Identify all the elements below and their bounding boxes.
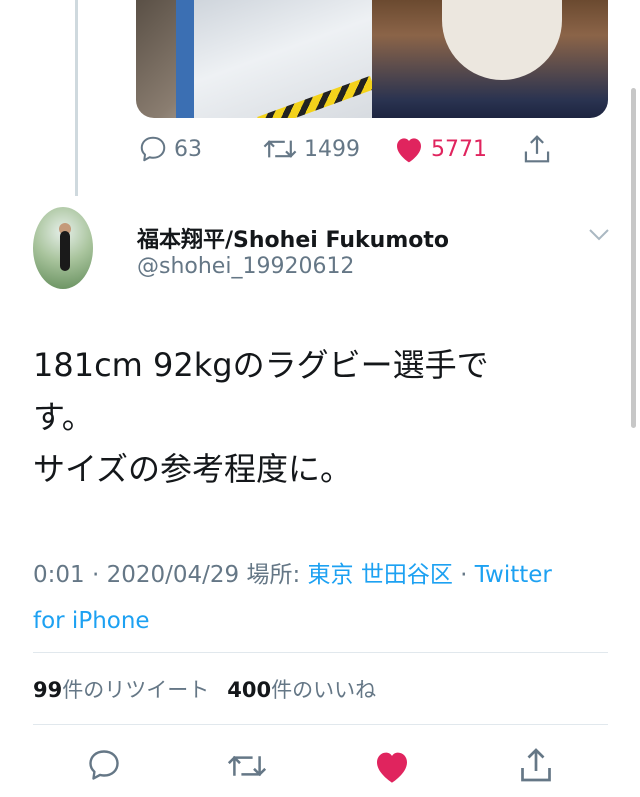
source-separator: · [452,562,475,588]
tweet-timestamp[interactable]: 0:01 · 2020/04/29 [33,562,246,588]
reply-icon[interactable] [86,747,122,783]
share-button[interactable] [522,133,552,165]
tweet-text: 181cm 92kgのラグビー選手で す。 サイズの参考程度に。 [33,339,593,495]
retweet-button[interactable]: 1499 [262,134,360,164]
divider [33,724,608,725]
likes-label: 件のいいね [271,678,377,702]
photo-mask-package[interactable] [136,0,375,118]
retweets-label: 件のリツイート [62,678,210,702]
retweet-count: 1499 [304,136,360,162]
chevron-down-icon[interactable] [588,228,610,242]
share-icon[interactable] [518,745,554,785]
reply-icon [140,136,166,162]
likes-number: 400 [227,678,272,702]
like-count: 5771 [431,136,487,162]
heart-icon[interactable] [372,747,412,785]
heart-icon [397,138,421,163]
retweet-icon[interactable] [226,748,268,784]
source-link[interactable]: Twitter [475,562,552,588]
scrollbar[interactable] [631,88,636,428]
user-handle[interactable]: @shohei_19920612 [137,254,354,279]
tweet-text-line: 181cm 92kgのラグビー選手で [33,346,489,384]
like-button[interactable]: 5771 [393,134,487,164]
retweet-icon [263,140,297,158]
photo-person-with-mask[interactable] [372,0,608,118]
engagement-counts: 99件のリツイート 400件のいいね [33,674,376,704]
thread-connector-line [75,0,78,196]
retweets-number: 99 [33,678,63,702]
tweet-media[interactable] [136,0,608,118]
share-icon [524,135,550,163]
source-link-continued[interactable]: for iPhone [33,608,150,634]
tweet-text-line: サイズの参考程度に。 [33,450,353,488]
location-link[interactable]: 東京 世田谷区 [308,562,453,588]
tweet-text-line: す。 [33,398,94,436]
location-prefix: 場所: [246,562,308,588]
reply-button[interactable]: 63 [138,134,202,164]
avatar[interactable] [33,207,93,289]
tweet-metadata: 0:01 · 2020/04/29 場所: 東京 世田谷区 · Twitter f… [33,552,603,644]
display-name[interactable]: 福本翔平/Shohei Fukumoto [137,222,449,254]
reply-count: 63 [174,136,202,162]
likes-stat[interactable]: 400件のいいね [227,678,376,702]
retweets-stat[interactable]: 99件のリツイート [33,678,209,702]
divider [33,652,608,653]
